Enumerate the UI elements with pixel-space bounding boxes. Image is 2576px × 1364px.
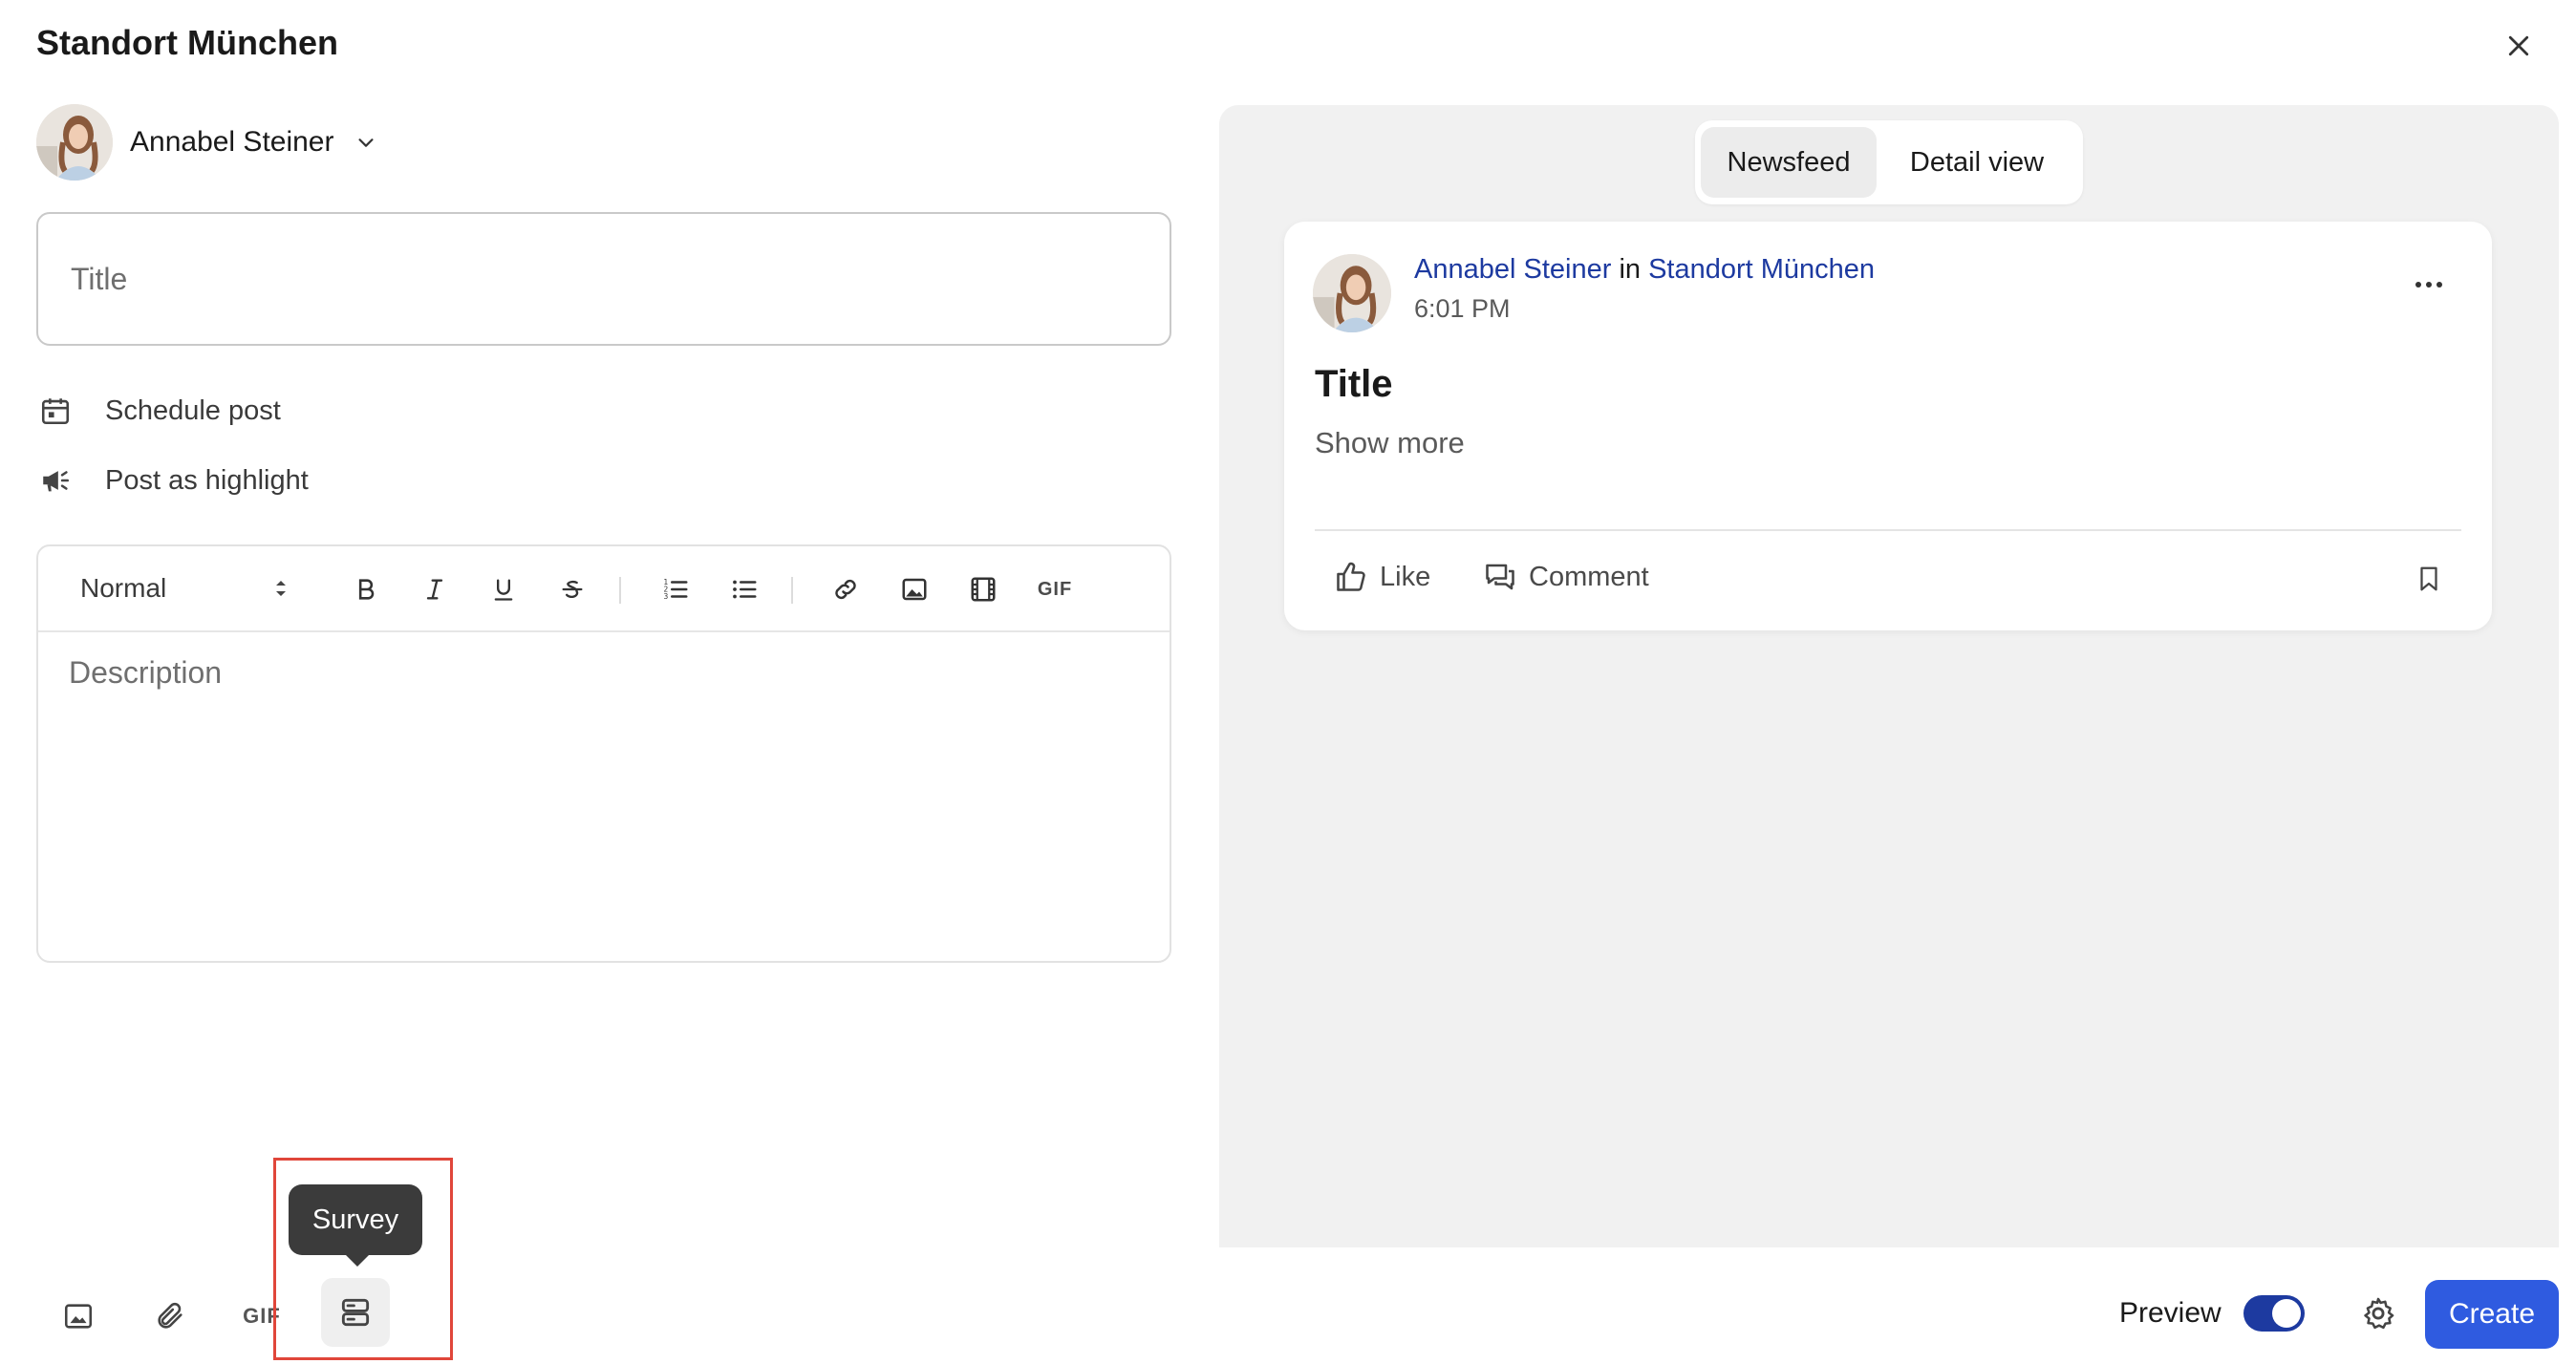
- post-location-link[interactable]: Standort München: [1648, 254, 1875, 285]
- comment-label: Comment: [1529, 561, 1649, 592]
- add-image-button[interactable]: [50, 1288, 107, 1345]
- strikethrough-button[interactable]: [550, 567, 594, 611]
- comment-button[interactable]: Comment: [1483, 560, 1649, 594]
- add-survey-button[interactable]: [321, 1278, 390, 1347]
- preview-toggle[interactable]: [2243, 1295, 2305, 1332]
- preview-toggle-label: Preview: [2119, 1297, 2222, 1329]
- megaphone-icon: [36, 461, 75, 500]
- video-icon: [971, 577, 996, 602]
- preview-view-switcher: Newsfeed Detail view: [1695, 120, 2083, 204]
- underline-button[interactable]: [482, 567, 526, 611]
- svg-text:3: 3: [664, 592, 669, 601]
- ordered-list-icon: 123: [664, 578, 688, 601]
- video-button[interactable]: [961, 567, 1005, 611]
- settings-button[interactable]: [2354, 1289, 2402, 1337]
- image-icon: [64, 1304, 93, 1329]
- ordered-list-button[interactable]: 123: [654, 567, 698, 611]
- bookmark-button[interactable]: [2408, 558, 2450, 600]
- show-more-link[interactable]: Show more: [1315, 426, 1465, 460]
- more-horizontal-icon: [2415, 282, 2442, 288]
- comment-icon: [1483, 560, 1517, 594]
- description-input[interactable]: [38, 632, 1170, 961]
- page-title: Standort München: [36, 23, 338, 62]
- post-in-word: in: [1619, 254, 1642, 285]
- italic-icon: [426, 579, 443, 600]
- gif-icon: GIF: [243, 1304, 281, 1328]
- close-icon: [2508, 35, 2529, 56]
- post-more-button[interactable]: [2402, 266, 2456, 304]
- strikethrough-icon: [562, 580, 583, 599]
- attach-file-button[interactable]: [141, 1288, 199, 1345]
- title-input[interactable]: [36, 212, 1171, 346]
- link-button[interactable]: [824, 567, 868, 611]
- thumbs-up-icon: [1334, 560, 1368, 594]
- post-header: Annabel Steiner in Standort München: [1414, 254, 1875, 286]
- post-as-highlight-label: Post as highlight: [105, 464, 309, 496]
- avatar: [36, 104, 113, 181]
- image-icon: [902, 578, 927, 601]
- underline-icon: [494, 579, 513, 601]
- post-preview-card: Annabel Steiner in Standort München 6:01…: [1284, 222, 2492, 630]
- schedule-post-option[interactable]: Schedule post: [36, 392, 281, 430]
- post-as-highlight-option[interactable]: Post as highlight: [36, 461, 309, 500]
- bullet-list-icon: [733, 580, 757, 599]
- close-button[interactable]: [2496, 23, 2542, 69]
- bold-button[interactable]: [344, 567, 388, 611]
- bold-icon: [358, 579, 375, 600]
- chevron-down-icon: [355, 132, 376, 153]
- card-divider: [1315, 529, 2461, 531]
- like-label: Like: [1380, 561, 1431, 592]
- editor-toolbar: Normal 123 GIF: [38, 546, 1170, 632]
- italic-button[interactable]: [413, 567, 457, 611]
- add-gif-button[interactable]: GIF: [233, 1288, 290, 1345]
- post-time: 6:01 PM: [1414, 294, 1511, 323]
- survey-tooltip: Survey: [289, 1184, 422, 1267]
- format-select-value: Normal: [80, 573, 167, 603]
- avatar: [1313, 254, 1391, 332]
- gif-icon: GIF: [1037, 578, 1073, 600]
- bullet-list-button[interactable]: [722, 567, 766, 611]
- image-button[interactable]: [892, 567, 936, 611]
- calendar-icon: [36, 392, 75, 430]
- survey-icon: [341, 1298, 370, 1327]
- gif-button[interactable]: GIF: [1028, 567, 1082, 611]
- format-select[interactable]: Normal: [80, 573, 300, 604]
- tab-detail-view[interactable]: Detail view: [1877, 127, 2077, 198]
- tab-newsfeed[interactable]: Newsfeed: [1701, 127, 1877, 198]
- post-author-link[interactable]: Annabel Steiner: [1414, 254, 1611, 285]
- post-title: Title: [1315, 363, 1393, 405]
- paperclip-icon: [158, 1302, 182, 1329]
- bookmark-icon: [2420, 566, 2437, 591]
- toolbar-divider: [791, 577, 793, 604]
- gear-icon: [2364, 1297, 2394, 1330]
- like-button[interactable]: Like: [1334, 560, 1430, 594]
- schedule-post-label: Schedule post: [105, 394, 281, 426]
- link-icon: [835, 579, 856, 600]
- toolbar-divider: [619, 577, 621, 604]
- toggle-knob: [2272, 1299, 2301, 1328]
- author-name: Annabel Steiner: [130, 126, 334, 158]
- select-arrows-icon: [276, 581, 286, 596]
- rich-text-editor: Normal 123 GIF: [36, 544, 1171, 963]
- create-button[interactable]: Create: [2425, 1280, 2559, 1349]
- author-selector[interactable]: Annabel Steiner: [36, 103, 376, 181]
